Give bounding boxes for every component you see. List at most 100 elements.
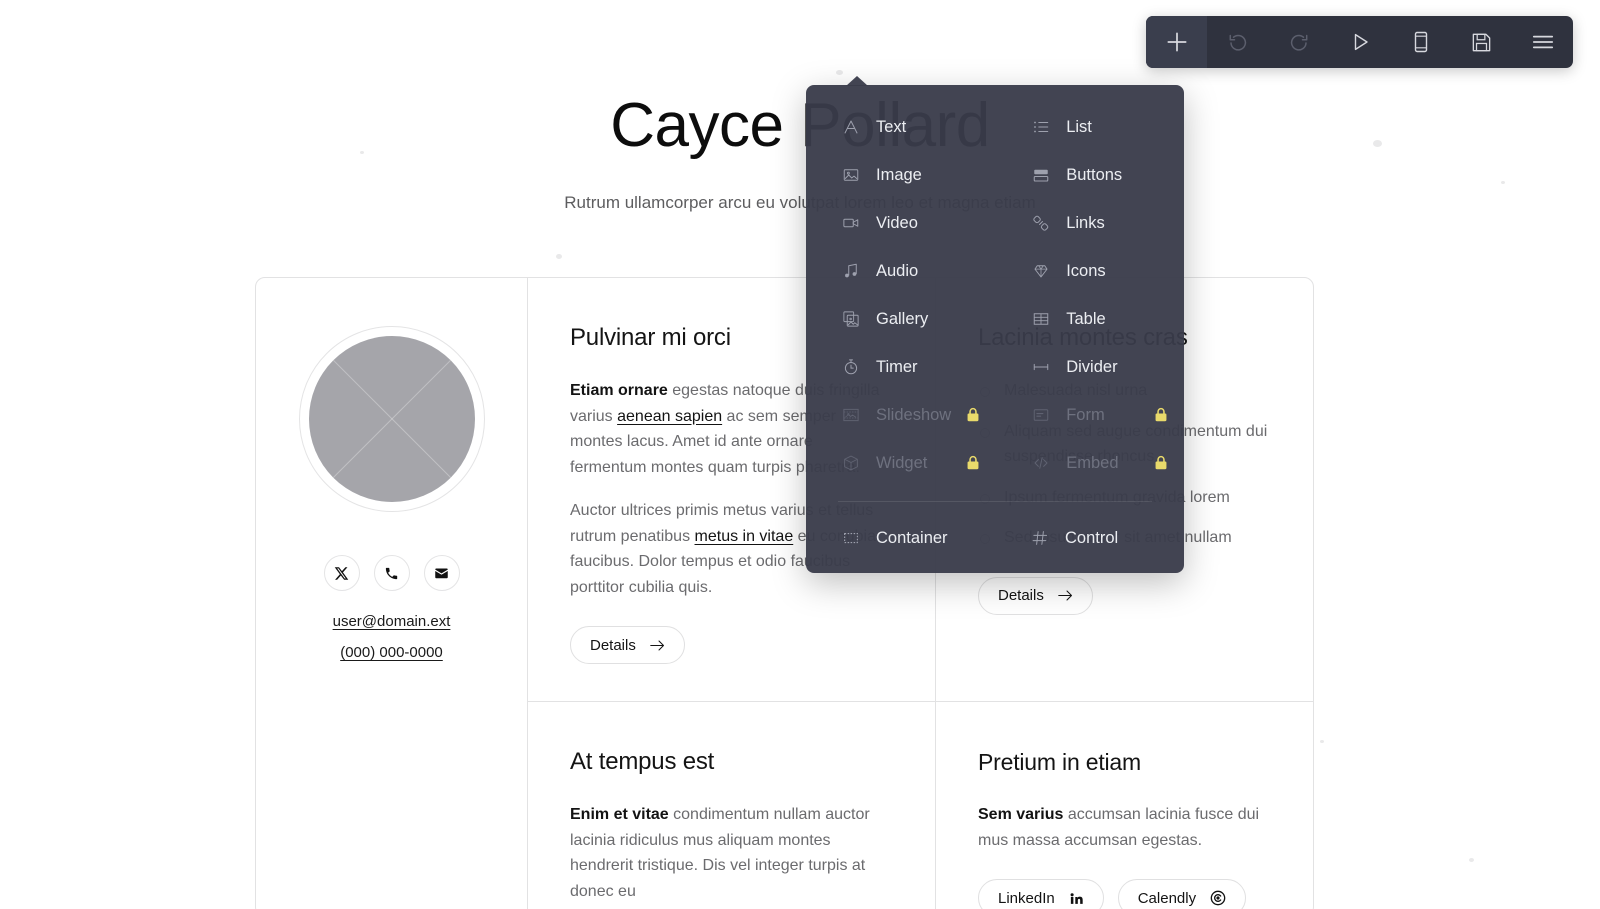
slideshow-icon [841,405,861,425]
form-icon [1031,405,1051,425]
add-block-button[interactable] [1146,16,1207,68]
redo-icon [1290,34,1307,51]
play-icon [1354,33,1368,51]
details-button[interactable]: Details [570,626,685,664]
buttons-icon [1031,165,1051,185]
menu-item-control[interactable]: Control [995,514,1184,562]
calendly-icon [1210,890,1226,906]
save-button[interactable] [1451,16,1512,68]
divider-icon [1031,357,1051,377]
social-links-row [323,555,460,591]
menu-item-label: Container [876,528,948,547]
inline-link[interactable]: metus in vitae [695,528,794,545]
lock-icon [1154,407,1168,423]
menu-item-table[interactable]: Table [996,295,1184,343]
phone-icon [385,567,398,579]
avatar-placeholder-image [308,336,475,502]
calendly-button[interactable]: Calendly [1117,879,1247,909]
card-link-buttons: LinkedIn Calendly [978,879,1271,909]
email-link[interactable]: user@domain.ext [333,613,451,630]
list-icon [1031,117,1051,137]
card-heading: At tempus est [570,748,715,775]
linkedin-button[interactable]: LinkedIn [978,879,1104,909]
menu-item-divider[interactable]: Divider [996,343,1184,391]
menu-item-label: Form [1066,405,1105,424]
lead-text: Enim et vitae [570,806,669,823]
menu-item-slideshow: Slideshow [806,391,996,439]
calendly-button-label: Calendly [1137,889,1197,907]
menu-item-label: Buttons [1066,165,1123,184]
menu-item-label: Widget [876,453,928,472]
menu-item-gallery[interactable]: Gallery [806,295,996,343]
card-actions: Details [978,576,1271,615]
app-stage: Cayce Pollard Rutrum ullamcorper arcu eu… [0,0,1600,909]
menu-item-icons[interactable]: Icons [996,247,1184,295]
card-heading: Pretium in etiam [978,749,1141,775]
menu-item-audio[interactable]: Audio [806,247,996,295]
details-button-label: Details [998,587,1044,604]
menu-item-form: Form [996,391,1184,439]
card-pretium-in-etiam: Pretium in etiam Sem varius accumsan lac… [936,702,1313,909]
phone-link[interactable]: (000) 000-0000 [340,644,443,661]
save-disk-icon [1472,33,1491,51]
menu-item-label: Image [876,165,922,184]
music-note-icon [841,261,861,281]
menu-item-label: List [1066,117,1092,136]
lock-icon [966,407,980,423]
menu-item-label: Gallery [876,309,929,328]
inline-link[interactable]: aenean sapien [617,408,722,425]
envelope-icon [435,568,448,578]
details-button-label: Details [590,636,636,654]
card-actions: Details [570,626,891,664]
text-a-icon [841,117,861,137]
cube-icon [841,453,861,473]
page-title: Cayce Pollard [610,91,990,160]
menu-item-label: Embed [1066,453,1119,472]
menu-item-label: Text [876,117,907,136]
menu-item-links[interactable]: Links [996,199,1184,247]
menu-item-buttons[interactable]: Buttons [996,151,1184,199]
lead-text: Sem varius [978,806,1064,823]
panel-pointer-arrow [846,76,868,86]
details-button[interactable]: Details [978,576,1093,615]
decor-dot [1320,740,1324,743]
insert-panel-footer-grid: Container Control [806,514,1184,562]
decor-dot [836,70,843,75]
undo-icon [1229,34,1246,51]
menu-item-text[interactable]: Text [806,103,996,151]
social-link-x-twitter[interactable] [323,555,360,591]
menu-item-widget: Widget [806,439,996,487]
lock-icon [1154,455,1168,471]
plus-icon [1166,32,1187,52]
avatar[interactable] [298,326,485,512]
table-icon [1031,309,1051,329]
menu-item-timer[interactable]: Timer [806,343,996,391]
undo-button[interactable] [1207,16,1268,68]
mobile-preview-button[interactable] [1390,16,1451,68]
card-paragraph: Enim et vitae condimentum nullam auctor … [570,802,891,904]
menu-item-container[interactable]: Container [806,514,995,562]
hash-icon [1030,528,1050,548]
menu-item-list[interactable]: List [996,103,1184,151]
panel-divider [838,501,1152,502]
hamburger-icon [1532,35,1553,49]
social-link-phone[interactable] [373,555,410,591]
mobile-icon [1414,31,1427,53]
menu-item-embed: Embed [996,439,1184,487]
preview-button[interactable] [1329,16,1390,68]
linkedin-button-label: LinkedIn [998,889,1055,907]
social-link-email[interactable] [423,555,460,591]
code-embed-icon [1031,453,1051,473]
arrow-right-icon [1058,590,1072,601]
redo-button[interactable] [1268,16,1329,68]
menu-item-label: Links [1066,213,1105,232]
menu-item-image[interactable]: Image [806,151,996,199]
page-subtitle: Rutrum ullamcorper arcu eu volutpat lore… [564,193,1036,212]
menu-item-label: Slideshow [876,405,952,424]
decor-dot [1501,181,1505,184]
menu-button[interactable] [1512,16,1573,68]
menu-item-label: Icons [1066,261,1106,280]
card-at-tempus-est: At tempus est Enim et vitae condimentum … [528,702,936,909]
menu-item-video[interactable]: Video [806,199,996,247]
x-twitter-icon [334,566,349,580]
